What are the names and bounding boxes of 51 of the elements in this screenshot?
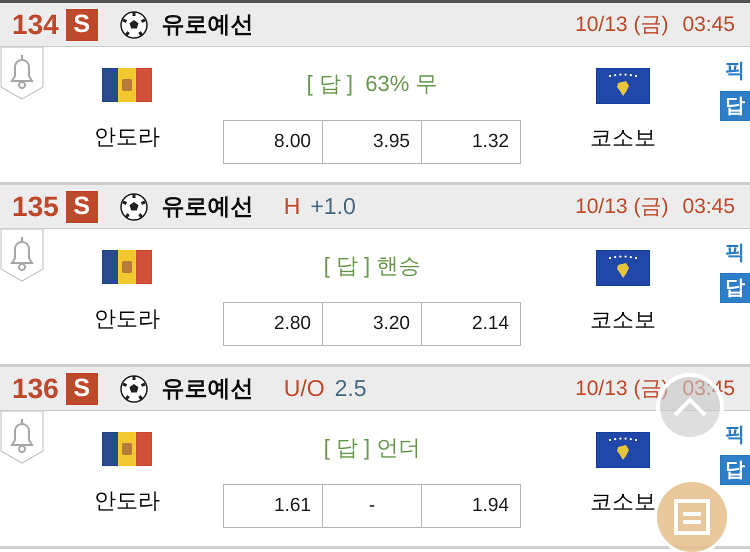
odds-cell[interactable]: 2.80 — [224, 303, 322, 345]
away-team: 코소보 — [590, 127, 656, 149]
odds-cell[interactable]: 2.14 — [421, 303, 520, 345]
home-team: 안도라 — [94, 126, 160, 148]
pick-label[interactable]: 픽 — [725, 61, 745, 81]
match-time: 03:45 — [682, 14, 735, 35]
handicap-value: +1.0 — [310, 195, 356, 218]
match-time: 03:45 — [682, 196, 735, 217]
sport-badge: S — [66, 8, 98, 40]
answer-text: [ 답 ] 63% 무 — [306, 73, 438, 95]
league-name: 유로예선 — [162, 195, 254, 218]
league-name: 유로예선 — [162, 377, 254, 400]
answer-badge[interactable]: 답 — [720, 91, 750, 121]
match-date: 10/13 (금) — [575, 14, 668, 35]
handicap-type: H — [284, 195, 300, 218]
match-number: 136 — [12, 374, 59, 402]
sport-badge: S — [66, 190, 98, 222]
odds-cell[interactable]: - — [322, 485, 421, 527]
answer-text: [ 답 ] 언더 — [324, 437, 420, 459]
pick-label[interactable]: 픽 — [725, 243, 745, 263]
answer-text: [ 답 ] 핸승 — [324, 255, 420, 277]
handicap-value: 2.5 — [334, 377, 367, 400]
odds-cell[interactable]: 3.20 — [322, 303, 421, 345]
answer-badge[interactable]: 답 — [720, 455, 750, 485]
soccer-ball-icon — [120, 192, 148, 220]
odds-cell[interactable]: 1.94 — [421, 485, 520, 527]
away-team: 코소보 — [590, 491, 656, 513]
kosovo-flag-icon — [596, 68, 650, 104]
andorra-flag-icon — [102, 250, 152, 284]
odds-cell[interactable]: 3.95 — [322, 121, 421, 163]
soccer-ball-icon — [120, 374, 148, 402]
andorra-flag-icon — [102, 68, 152, 102]
kosovo-flag-icon — [596, 432, 650, 468]
soccer-ball-icon — [120, 10, 148, 38]
answer-badge[interactable]: 답 — [720, 273, 750, 303]
home-team: 안도라 — [94, 308, 160, 330]
odds-cell[interactable]: 1.32 — [421, 121, 520, 163]
match-number: 134 — [12, 10, 59, 38]
odds-cell[interactable]: 1.61 — [224, 485, 322, 527]
sport-badge: S — [66, 372, 98, 404]
home-team: 안도라 — [94, 490, 160, 512]
match-number: 135 — [12, 192, 59, 220]
league-name: 유로예선 — [162, 13, 254, 36]
odds-cell[interactable]: 8.00 — [224, 121, 322, 163]
handicap-type: U/O — [284, 377, 325, 400]
kosovo-flag-icon — [596, 250, 650, 286]
pick-label[interactable]: 픽 — [725, 425, 745, 445]
away-team: 코소보 — [590, 309, 656, 331]
match-date: 10/13 (금) — [575, 196, 668, 217]
list-icon — [673, 498, 711, 536]
andorra-flag-icon — [102, 432, 152, 466]
